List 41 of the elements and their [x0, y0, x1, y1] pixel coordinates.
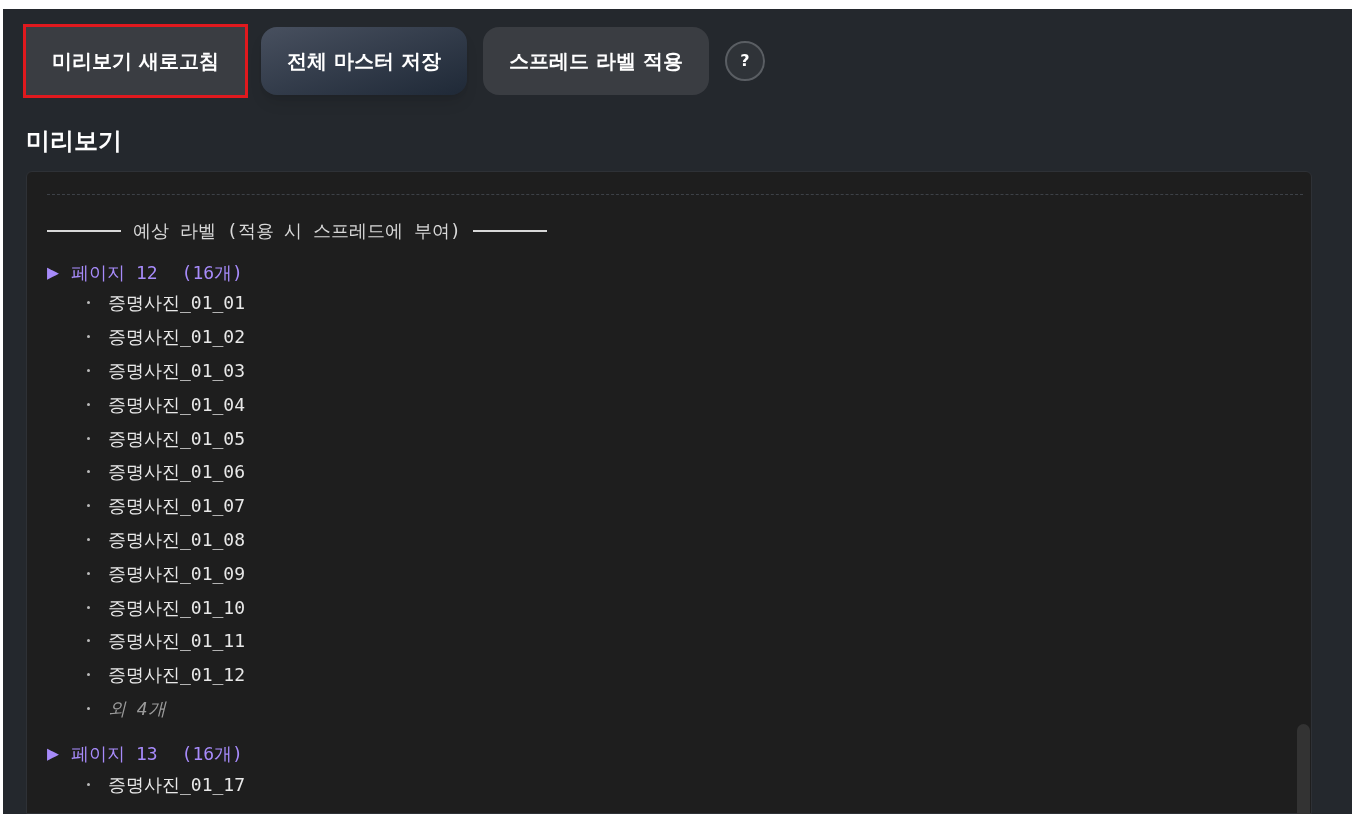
label-name: 증명사진_01_04 [108, 392, 246, 417]
bullet-icon [87, 782, 90, 786]
bullet-icon [87, 369, 90, 372]
label-name: 증명사진_01_12 [108, 663, 246, 688]
bullet-icon [87, 639, 90, 643]
triangle-icon: ▶ [47, 262, 60, 282]
label-name: 증명사진_01_09 [108, 561, 246, 586]
label-name: 증명사진_01_03 [108, 359, 246, 383]
toolbar-button[interactable]: 전체 마스터 저장 [260, 27, 467, 95]
bullet-icon [87, 706, 90, 710]
label-name: 증명사진_01_17 [108, 772, 246, 797]
item-count: (16개) [181, 260, 243, 285]
help-button[interactable]: ? [724, 41, 765, 81]
label-name: 증명사진_01_01 [108, 291, 246, 316]
more-count: 외 4개 [108, 696, 166, 721]
toolbar-button[interactable]: 미리보기 새로고침 [26, 27, 245, 95]
label-name: 증명사진_01_06 [108, 460, 246, 485]
page-title: 페이지 13 [71, 741, 158, 766]
bullet-icon [87, 537, 90, 541]
bullet-icon [87, 605, 90, 609]
scrollbar-thumb[interactable] [1297, 724, 1310, 814]
section-title: 예상 라벨 (적용 시 스프레드에 부여) [133, 219, 461, 243]
bullet-icon [87, 436, 90, 440]
bullet-icon [87, 335, 90, 339]
bullet-icon [87, 571, 90, 575]
bullet-icon [87, 301, 90, 305]
triangle-icon: ▶ [47, 743, 60, 764]
label-name: 증명사진_01_10 [108, 595, 246, 620]
label-name: 증명사진_01_08 [108, 527, 246, 552]
label-name: 증명사진_01_11 [108, 629, 246, 654]
section-heading: 미리보기 [26, 129, 123, 153]
label-name: 증명사진_01_05 [108, 426, 246, 451]
bullet-icon [87, 402, 90, 406]
label-name: 증명사진_01_07 [108, 494, 246, 519]
bullet-icon [87, 504, 90, 508]
bullet-icon [87, 470, 90, 474]
toolbar-button[interactable]: 스프레드 라벨 적용 [482, 27, 709, 95]
page-title: 페이지 12 [71, 260, 158, 285]
bullet-icon [87, 673, 90, 677]
label-name: 증명사진_01_02 [108, 325, 246, 350]
item-count: (16개) [181, 741, 243, 766]
